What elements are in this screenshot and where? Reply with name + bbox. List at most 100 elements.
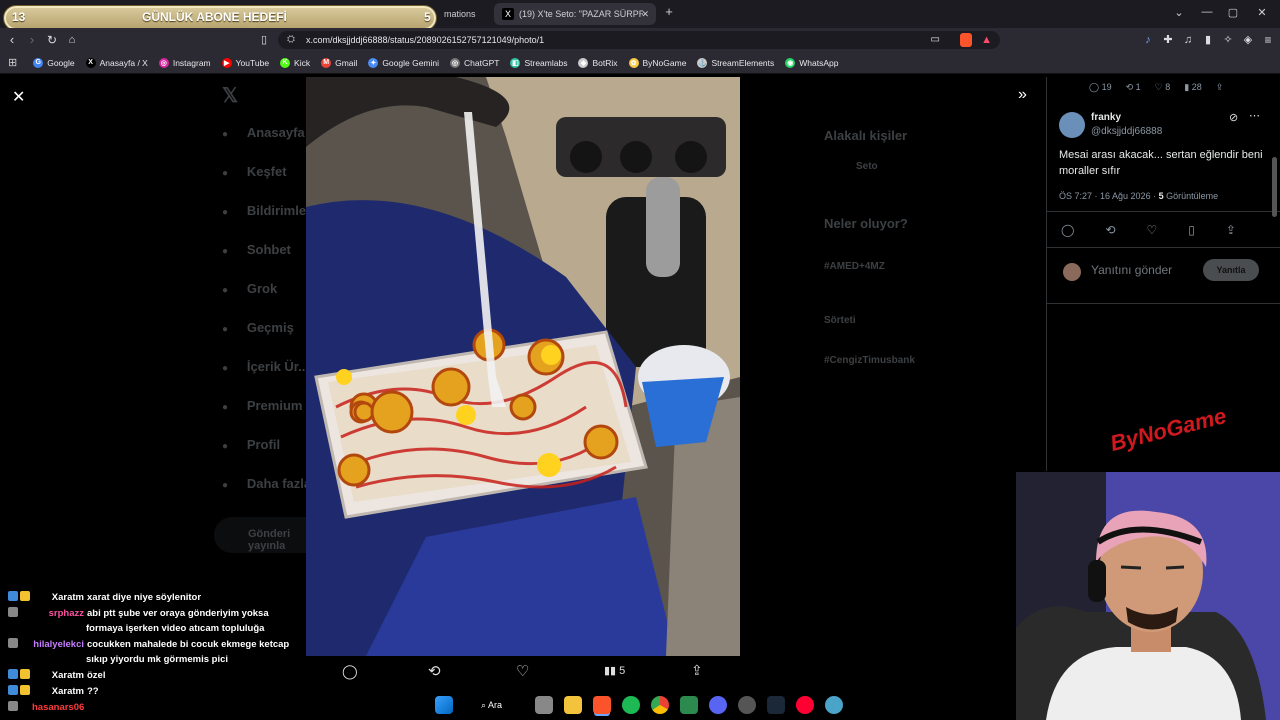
x-nav-item[interactable]: ● Geçmiş: [222, 320, 294, 335]
like-icon[interactable]: ♡: [1147, 223, 1158, 237]
avatar[interactable]: [1059, 112, 1085, 138]
close-tab-icon[interactable]: ✕: [641, 9, 649, 20]
app-icon[interactable]: [825, 696, 843, 714]
media-icon[interactable]: ♫: [1180, 32, 1196, 48]
grok-icon[interactable]: ⊘: [1229, 111, 1238, 124]
bookmark-item[interactable]: ✿ ByNoGame: [628, 57, 686, 68]
more-options-icon[interactable]: ⋯: [1249, 109, 1260, 122]
close-window-button[interactable]: ✕: [1252, 6, 1272, 19]
x-nav-item[interactable]: ● Keşfet: [222, 164, 287, 179]
share-stat-icon[interactable]: ⇪: [1216, 82, 1224, 93]
discord-icon[interactable]: [709, 696, 727, 714]
address-bar[interactable]: ⛭ x.com/dksjjddj66888/status/20890261527…: [278, 31, 1000, 49]
like-icon[interactable]: ♡: [516, 662, 529, 680]
terminal-icon[interactable]: [680, 696, 698, 714]
file-explorer-icon[interactable]: [564, 696, 582, 714]
reply-stat[interactable]: ◯ 19: [1089, 82, 1112, 93]
x-nav-item[interactable]: ● Premium: [222, 398, 302, 413]
start-icon[interactable]: [435, 696, 453, 714]
bynogame-watermark: ByNoGame: [1107, 403, 1229, 456]
chat-username[interactable]: hasanars06: [32, 700, 84, 715]
youtube-icon[interactable]: [796, 696, 814, 714]
chat-username[interactable]: srphazz: [32, 606, 84, 621]
bookmark-item[interactable]: ◎ ChatGPT: [450, 57, 499, 68]
obs-icon[interactable]: [738, 696, 756, 714]
brave-shield-icon[interactable]: [960, 33, 972, 47]
cast-icon[interactable]: ▭: [931, 31, 940, 49]
extensions-icon[interactable]: ✚: [1160, 32, 1176, 48]
relevant-person-name[interactable]: Seto: [856, 161, 878, 172]
forward-icon[interactable]: ›: [24, 32, 40, 48]
x-nav-item[interactable]: ● Daha fazla: [222, 476, 311, 491]
wallet-icon[interactable]: ✧: [1220, 32, 1236, 48]
audio-icon[interactable]: ♪: [1140, 32, 1156, 48]
sidebar-icon[interactable]: ▮: [1200, 32, 1216, 48]
bookmark-icon[interactable]: ▯: [256, 32, 272, 48]
trend-item[interactable]: #CengizTimusbank: [824, 355, 915, 366]
share-icon[interactable]: ⇪: [1226, 223, 1236, 237]
maximize-button[interactable]: ▢: [1223, 6, 1243, 19]
apps-grid-icon[interactable]: ⊞: [8, 56, 17, 69]
bookmark-item[interactable]: ◉ WhatsApp: [785, 57, 839, 68]
author-name[interactable]: franky: [1091, 112, 1121, 123]
tab-previous[interactable]: mations: [436, 3, 492, 25]
vpn-icon[interactable]: ◈: [1240, 32, 1256, 48]
bookmark-item[interactable]: ◧ Streamlabs: [510, 57, 567, 68]
x-nav-item[interactable]: ● Grok: [222, 281, 277, 296]
reply-icon[interactable]: ◯: [342, 663, 358, 680]
x-nav-item[interactable]: ● Bildirimler: [222, 203, 311, 218]
x-nav-item[interactable]: ● Profil: [222, 437, 280, 452]
trend-item[interactable]: #AMED+4MZ: [824, 261, 885, 272]
back-icon[interactable]: ‹: [4, 32, 20, 48]
tweet-photo[interactable]: [306, 77, 740, 656]
tab-menu-button[interactable]: ⌄: [1169, 6, 1189, 19]
chat-username[interactable]: Xaratm: [32, 668, 84, 683]
bookmark-item[interactable]: ◆ BotRix: [578, 57, 618, 68]
bookmark-item[interactable]: K Kick: [280, 57, 310, 68]
bookmark-item[interactable]: G Google: [33, 57, 75, 68]
repost-icon[interactable]: ⟲: [428, 662, 441, 680]
share-icon[interactable]: ⇪: [691, 662, 703, 679]
like-stat[interactable]: ♡ 8: [1155, 82, 1171, 93]
tweet-time[interactable]: ÖS 7:27 · 16 Ağu 2026 ·: [1059, 191, 1159, 201]
bookmark-item[interactable]: X Anasayfa / X: [85, 57, 148, 68]
menu-icon[interactable]: ≡: [1260, 32, 1276, 48]
reply-icon[interactable]: ◯: [1061, 223, 1074, 237]
taskbar-search[interactable]: ⌕ Ara: [473, 696, 519, 714]
repost-icon[interactable]: ⟲: [1105, 223, 1115, 237]
task-view-icon[interactable]: [535, 696, 553, 714]
repost-stat[interactable]: ⟲ 1: [1126, 82, 1141, 93]
chat-username[interactable]: Xaratm: [32, 684, 84, 699]
chat-username[interactable]: Xaratm: [32, 590, 84, 605]
reply-button[interactable]: Yanıtla: [1203, 259, 1259, 281]
close-viewer-icon[interactable]: ✕: [12, 87, 25, 107]
steam-icon[interactable]: [767, 696, 785, 714]
views-stat[interactable]: ▮▮ 5: [604, 664, 625, 677]
chat-username[interactable]: hilalyelekci: [32, 637, 84, 652]
x-nav-item[interactable]: ● Anasayfa: [222, 125, 305, 140]
x-nav-item[interactable]: ● Sohbet: [222, 242, 291, 257]
home-icon[interactable]: ⌂: [64, 32, 80, 48]
minimize-button[interactable]: —: [1197, 6, 1217, 18]
x-nav-item[interactable]: ● İçerik Ür...: [222, 359, 309, 374]
view-stat[interactable]: ▮ 28: [1184, 82, 1201, 93]
scrollbar[interactable]: [1272, 157, 1277, 217]
bookmark-item[interactable]: ▶ YouTube: [221, 57, 269, 68]
bookmark-item[interactable]: ⚓ StreamElements: [697, 57, 774, 68]
bookmark-item[interactable]: M Gmail: [321, 57, 357, 68]
chrome-icon[interactable]: [651, 696, 669, 714]
spotify-icon[interactable]: [622, 696, 640, 714]
bookmark-item[interactable]: ✦ Google Gemini: [368, 57, 439, 68]
reply-input[interactable]: Yanıtını gönder: [1091, 263, 1172, 277]
bookmark-item[interactable]: ◎ Instagram: [158, 57, 211, 68]
rewards-icon[interactable]: ▲: [981, 31, 992, 49]
site-info-icon[interactable]: ⛭: [287, 31, 295, 49]
bookmark-icon[interactable]: ▯: [1188, 223, 1195, 237]
expand-panel-icon[interactable]: »: [1018, 86, 1027, 104]
new-tab-button[interactable]: +: [659, 4, 679, 19]
tab-active[interactable]: X (19) X'te Seto: "PAZAR SÜRPRİZİ" ✕: [494, 3, 656, 25]
author-handle[interactable]: @dksjjddj66888: [1091, 126, 1162, 137]
trend-item[interactable]: Sörteti: [824, 315, 856, 326]
reload-icon[interactable]: ↻: [44, 32, 60, 48]
brave-taskbar-icon[interactable]: [593, 696, 611, 714]
